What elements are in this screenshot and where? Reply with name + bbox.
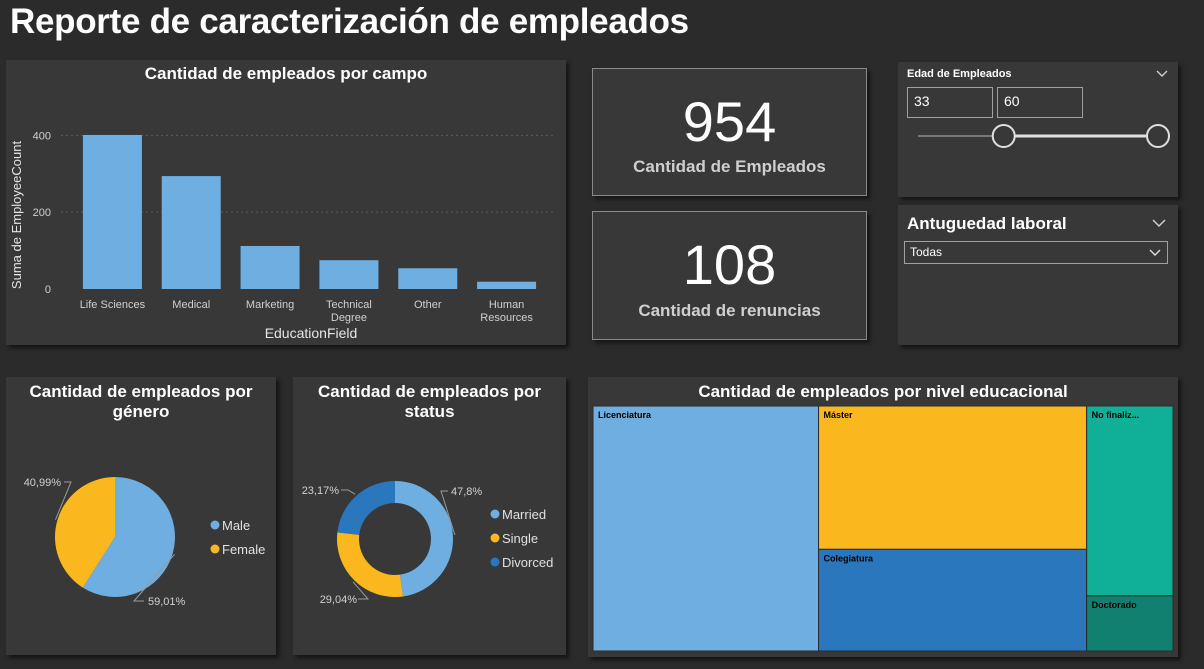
tenure-slicer-panel: Antuguedad laboral Todas [898,205,1178,345]
data-label: 59,01% [148,596,186,608]
x-tick-label: Technical [326,299,372,311]
data-label: 23,17% [302,485,340,497]
treemap-label: Colegiatura [824,553,875,563]
bar-chart-panel: Cantidad de empleados por campo 0 200 400 L… [6,60,566,345]
legend-marker [210,544,220,554]
treemap-cell-1 [818,405,1088,550]
bar-other [398,268,458,289]
tenure-dropdown-value: Todas [910,245,943,259]
y-axis-title: Suma de EmployeeCount [9,141,24,290]
age-min-input[interactable]: 33 [907,87,993,118]
slider-handle-max [1146,124,1170,148]
slice-single [337,532,404,597]
treemap-cell-2 [818,548,1088,652]
slider-handle-min [991,124,1016,148]
legend-marker [490,509,500,519]
x-tick-label: Marketing [246,299,294,311]
y-tick-label: 200 [33,207,51,219]
gender-pie-panel: Cantidad de empleados por género 59,01% 4… [6,377,276,655]
bar-medical [161,176,221,289]
slice-divorced [337,481,395,535]
x-tick-label: Medical [172,299,210,311]
treemap-cell-0 [592,405,820,652]
legend-label: Married [502,507,546,522]
legend-label: Single [502,531,538,546]
legend-label: Female [222,542,265,557]
age-range-slider[interactable] [898,117,1178,157]
x-tick-label: Degree [331,312,367,324]
x-axis-title: EducationField [265,325,358,341]
status-donut-panel: Cantidad de empleados por status 47,8% 29… [293,377,566,655]
kpi-resignations-card: 108 Cantidad de renuncias [592,211,867,340]
legend-label: Divorced [502,555,553,570]
treemap-label: Máster [824,410,854,420]
treemap-chart: Licenciatura Máster Colegiatura No finaliz.… [592,405,1174,652]
status-donut-chart: 47,8% 29,04% 23,17% Married Single Divorced [302,481,553,606]
chevron-down-icon[interactable] [1152,219,1166,228]
treemap-label: No finaliz... [1092,410,1140,420]
kpi-employees-value: 954 [682,90,777,153]
age-max-input[interactable]: 60 [997,87,1083,118]
age-slicer-panel: Edad de Empleados 33 60 [898,62,1178,197]
legend-marker [490,533,500,543]
x-tick-label: Resources [480,312,533,324]
bar-chart: 0 200 400 Life Sciences Medical Marketing Tech… [9,130,554,341]
chevron-down-icon[interactable] [1156,70,1168,78]
bar-marketing [240,245,300,289]
legend-label: Male [222,518,250,533]
treemap-panel: Cantidad de empleados por nivel educacio… [588,377,1178,657]
data-label: 47,8% [451,486,482,498]
data-label: 29,04% [320,594,358,606]
chevron-down-icon[interactable] [1149,249,1161,257]
y-tick-label: 400 [33,130,51,142]
x-tick-label: Other [414,299,442,311]
age-slicer-title: Edad de Empleados [907,68,1012,80]
legend-marker [210,520,220,530]
gender-pie-chart: 59,01% 40,99% Male Female [24,477,265,608]
legend-marker [490,557,500,567]
tenure-slicer-title: Antuguedad laboral [907,214,1067,233]
treemap-label: Doctorado [1092,600,1138,610]
kpi-employees-card: 954 Cantidad de Empleados [592,68,867,196]
bar-human-resources [477,281,537,289]
bar-technical-degree [319,260,379,289]
treemap-cell-3 [1086,405,1174,597]
tenure-dropdown[interactable]: Todas [904,241,1168,264]
x-tick-label: Human [489,299,524,311]
kpi-employees-label: Cantidad de Empleados [633,157,826,176]
slice-married [395,481,454,597]
kpi-resignations-value: 108 [682,233,777,296]
data-label: 40,99% [24,477,62,489]
y-tick-label: 0 [45,284,51,296]
kpi-resignations-label: Cantidad de renuncias [638,301,821,320]
leader-line [341,489,356,495]
bar-life-sciences [82,134,142,289]
treemap-label: Licenciatura [598,410,652,420]
x-tick-label: Life Sciences [80,299,146,311]
report-title: Reporte de caracterización de empleados [10,2,689,41]
